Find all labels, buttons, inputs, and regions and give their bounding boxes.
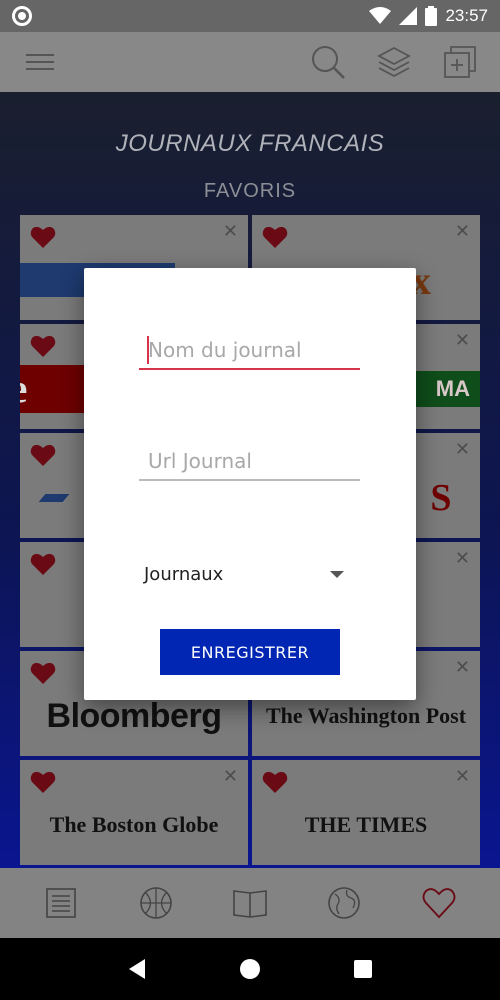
book-icon — [233, 890, 267, 918]
newspaper-icon — [46, 888, 76, 918]
newspaper-name-input[interactable] — [139, 330, 360, 370]
menu-icon — [26, 54, 54, 70]
search-button[interactable] — [308, 42, 348, 82]
recents-button[interactable] — [343, 949, 383, 989]
close-icon[interactable]: ✕ — [223, 766, 238, 787]
section-title: FAVORIS — [203, 180, 297, 202]
nav-sports[interactable] — [131, 878, 181, 928]
favorite-card[interactable]: ✕ The Boston Globe — [20, 760, 248, 865]
home-button[interactable] — [230, 949, 270, 989]
basketball-icon — [139, 887, 172, 919]
back-button[interactable] — [117, 949, 157, 989]
heart-icon[interactable] — [30, 225, 56, 249]
notification-icon — [12, 6, 32, 26]
status-time: 23:57 — [445, 6, 488, 25]
add-newspaper-dialog: Journaux ENREGISTRER — [84, 268, 416, 700]
nav-news[interactable] — [36, 878, 86, 928]
menu-button[interactable] — [20, 42, 60, 82]
heart-icon[interactable] — [30, 443, 56, 467]
add-button[interactable] — [440, 42, 480, 82]
text-caret — [147, 336, 149, 364]
battery-icon — [425, 6, 438, 26]
back-icon — [128, 959, 145, 979]
favorite-card[interactable]: ✕ THE TIMES — [252, 760, 480, 865]
search-icon — [312, 46, 345, 79]
close-icon[interactable]: ✕ — [455, 330, 470, 351]
newspaper-name-field[interactable] — [139, 330, 360, 370]
layers-icon — [377, 46, 411, 78]
heart-outline-icon — [422, 888, 456, 919]
app-bar — [0, 32, 500, 92]
newspaper-logo: The Boston Globe — [49, 812, 219, 837]
nav-favorites[interactable] — [414, 878, 464, 928]
dropdown-arrow-icon — [330, 570, 344, 578]
bottom-nav — [0, 868, 500, 938]
wifi-icon — [369, 7, 392, 24]
save-button[interactable]: ENREGISTRER — [160, 629, 340, 675]
nav-world[interactable] — [319, 878, 369, 928]
newspaper-url-input[interactable] — [139, 441, 360, 481]
globe-icon — [328, 887, 361, 919]
heart-icon[interactable] — [30, 770, 56, 794]
close-icon[interactable]: ✕ — [455, 221, 470, 242]
newspaper-logo: THE TIMES — [304, 812, 428, 837]
signal-icon — [399, 7, 418, 25]
category-select[interactable]: Journaux — [144, 558, 344, 590]
layers-button[interactable] — [374, 42, 414, 82]
category-value: Journaux — [144, 563, 224, 585]
recents-icon — [354, 960, 373, 978]
status-right: 23:57 — [369, 6, 488, 26]
close-icon[interactable]: ✕ — [455, 439, 470, 460]
status-bar: 23:57 — [0, 0, 500, 32]
heart-icon[interactable] — [262, 225, 288, 249]
add-box-icon — [444, 46, 476, 78]
home-icon — [239, 959, 260, 979]
heart-icon[interactable] — [30, 552, 56, 576]
system-nav — [0, 938, 500, 1000]
close-icon[interactable]: ✕ — [223, 221, 238, 242]
field-underline — [139, 479, 360, 481]
heart-icon[interactable] — [30, 334, 56, 358]
heart-icon[interactable] — [262, 770, 288, 794]
close-icon[interactable]: ✕ — [455, 548, 470, 569]
page-title: JOURNAUX FRANCAIS — [115, 130, 385, 157]
newspaper-url-field[interactable] — [139, 441, 360, 481]
field-underline — [139, 368, 360, 370]
close-icon[interactable]: ✕ — [455, 766, 470, 787]
heart-icon[interactable] — [30, 661, 56, 685]
close-icon[interactable]: ✕ — [455, 657, 470, 678]
nav-magazines[interactable] — [225, 878, 275, 928]
